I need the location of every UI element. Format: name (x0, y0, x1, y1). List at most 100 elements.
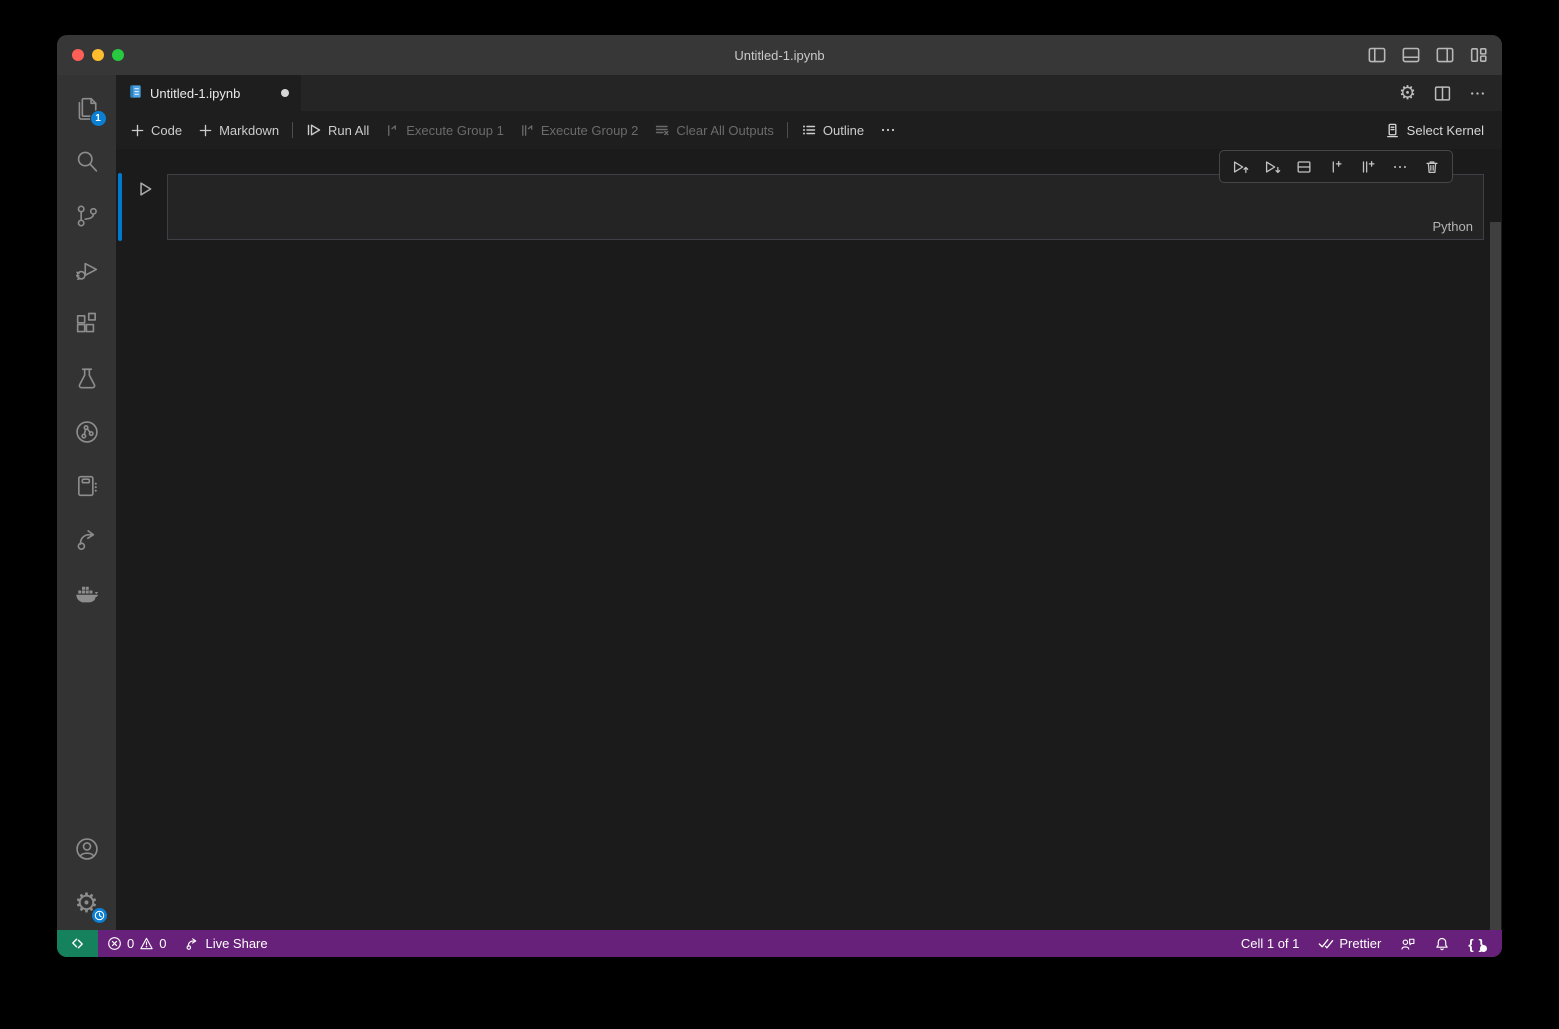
tab-bar: Untitled-1.ipynb ⚙ (116, 75, 1502, 111)
clear-all-outputs-label: Clear All Outputs (676, 123, 774, 138)
bell-icon (1434, 936, 1450, 952)
kernel-server-icon (1384, 122, 1401, 139)
editor-actions: ⚙ (1399, 75, 1502, 111)
accounts-button[interactable] (63, 822, 111, 876)
warning-count: 0 (159, 936, 166, 951)
execute-group-2-button[interactable]: Execute Group 2 (512, 117, 647, 143)
delete-cell-button[interactable] (1418, 154, 1446, 180)
live-share-label: Live Share (205, 936, 267, 951)
extensions-icon (73, 310, 101, 338)
notebook-file-icon (128, 84, 143, 102)
sidebar-item-notebook[interactable] (63, 459, 111, 513)
unsaved-changes-dot[interactable] (281, 89, 289, 97)
status-bar-right: Cell 1 of 1 Prettier { } (1232, 930, 1502, 957)
person-screen-icon (1399, 935, 1416, 952)
insert-cell-right-button[interactable] (1354, 154, 1382, 180)
run-all-label: Run All (328, 123, 369, 138)
toolbar-separator (292, 122, 293, 138)
remote-indicator[interactable] (57, 930, 98, 957)
select-kernel-label: Select Kernel (1407, 123, 1484, 138)
more-actions-icon[interactable] (1469, 85, 1486, 102)
add-markdown-label: Markdown (219, 123, 279, 138)
error-icon (107, 936, 122, 951)
sidebar-item-docker[interactable] (63, 567, 111, 621)
sidebar-item-run-debug[interactable] (63, 243, 111, 297)
outline-button[interactable]: Outline (793, 117, 872, 143)
plus-icon (130, 123, 145, 138)
braces-status-button[interactable]: { } (1459, 930, 1494, 957)
execute-group-2-label: Execute Group 2 (541, 123, 639, 138)
execute-group-1-button[interactable]: Execute Group 1 (377, 117, 512, 143)
live-share-status-button[interactable]: Live Share (175, 930, 276, 957)
execute-group-2-icon (520, 123, 535, 138)
status-bar: 0 0 Live Share Cell 1 of 1 Prettier (57, 930, 1502, 957)
sidebar-item-git-history[interactable] (63, 405, 111, 459)
add-code-label: Code (151, 123, 182, 138)
notebook-body: Python (116, 149, 1502, 930)
add-markdown-cell-button[interactable]: Markdown (190, 117, 287, 143)
vscode-window: Untitled-1.ipynb 1 (57, 35, 1502, 957)
sidebar-item-extensions[interactable] (63, 297, 111, 351)
editor-area: Untitled-1.ipynb ⚙ Code Markdown (116, 75, 1502, 930)
clear-all-outputs-button[interactable]: Clear All Outputs (646, 117, 782, 143)
notebook-settings-gear-icon[interactable]: ⚙ (1399, 84, 1416, 103)
source-control-icon (73, 202, 101, 230)
window-title: Untitled-1.ipynb (57, 48, 1502, 63)
toolbar-more-actions-button[interactable] (872, 117, 904, 143)
insert-cell-left-button[interactable] (1322, 154, 1350, 180)
execute-group-1-icon (385, 123, 400, 138)
braces-icon: { } (1468, 936, 1485, 952)
tab-untitled-1-ipynb[interactable]: Untitled-1.ipynb (116, 75, 301, 111)
layout-controls (1368, 35, 1488, 75)
activity-bar: 1 (57, 75, 116, 930)
notebook-icon (73, 472, 101, 500)
prettier-status-button[interactable]: Prettier (1308, 930, 1390, 957)
toggle-panel-icon[interactable] (1402, 46, 1420, 64)
split-cell-button[interactable] (1290, 154, 1318, 180)
cell-language-picker[interactable]: Python (1433, 219, 1473, 234)
editor-scrollbar[interactable] (1490, 222, 1501, 957)
toggle-primary-sidebar-icon[interactable] (1368, 46, 1386, 64)
cell-more-actions-button[interactable] (1386, 154, 1414, 180)
toolbar-separator (787, 122, 788, 138)
prettier-label: Prettier (1339, 936, 1381, 951)
manage-settings-button[interactable]: ⚙ (63, 876, 111, 930)
settings-sync-clock-badge (91, 907, 108, 924)
beaker-icon (73, 364, 101, 392)
live-share-icon (73, 526, 101, 554)
live-share-contacts-button[interactable] (1390, 930, 1425, 957)
sidebar-item-live-share[interactable] (63, 513, 111, 567)
error-count: 0 (127, 936, 134, 951)
code-cell-editor[interactable]: Python (167, 174, 1484, 240)
sidebar-item-testing[interactable] (63, 351, 111, 405)
customize-layout-icon[interactable] (1470, 46, 1488, 64)
sidebar-item-search[interactable] (63, 135, 111, 189)
add-code-cell-button[interactable]: Code (122, 117, 190, 143)
double-check-icon (1317, 935, 1334, 952)
problems-indicator[interactable]: 0 0 (98, 930, 175, 957)
toggle-secondary-sidebar-icon[interactable] (1436, 46, 1454, 64)
outline-label: Outline (823, 123, 864, 138)
remote-icon (70, 936, 85, 951)
run-all-icon (306, 122, 322, 138)
run-cell-button[interactable] (136, 180, 154, 198)
explorer-badge: 1 (90, 110, 107, 127)
select-kernel-button[interactable]: Select Kernel (1384, 122, 1502, 139)
execute-cell-and-below-button[interactable] (1258, 154, 1286, 180)
search-icon (73, 148, 101, 176)
split-editor-icon[interactable] (1434, 85, 1451, 102)
cell-toolbar (1219, 150, 1453, 183)
run-all-button[interactable]: Run All (298, 117, 377, 143)
cell-focus-indicator[interactable] (118, 173, 122, 241)
git-history-icon (73, 418, 101, 446)
notifications-button[interactable] (1425, 930, 1459, 957)
cell-indicator[interactable]: Cell 1 of 1 (1232, 930, 1309, 957)
execute-above-cells-button[interactable] (1226, 154, 1254, 180)
plus-icon (198, 123, 213, 138)
warning-icon (139, 936, 154, 951)
clear-outputs-icon (654, 122, 670, 138)
sidebar-item-source-control[interactable] (63, 189, 111, 243)
sidebar-item-explorer[interactable]: 1 (63, 81, 111, 135)
list-icon (801, 122, 817, 138)
run-debug-icon (73, 256, 101, 284)
